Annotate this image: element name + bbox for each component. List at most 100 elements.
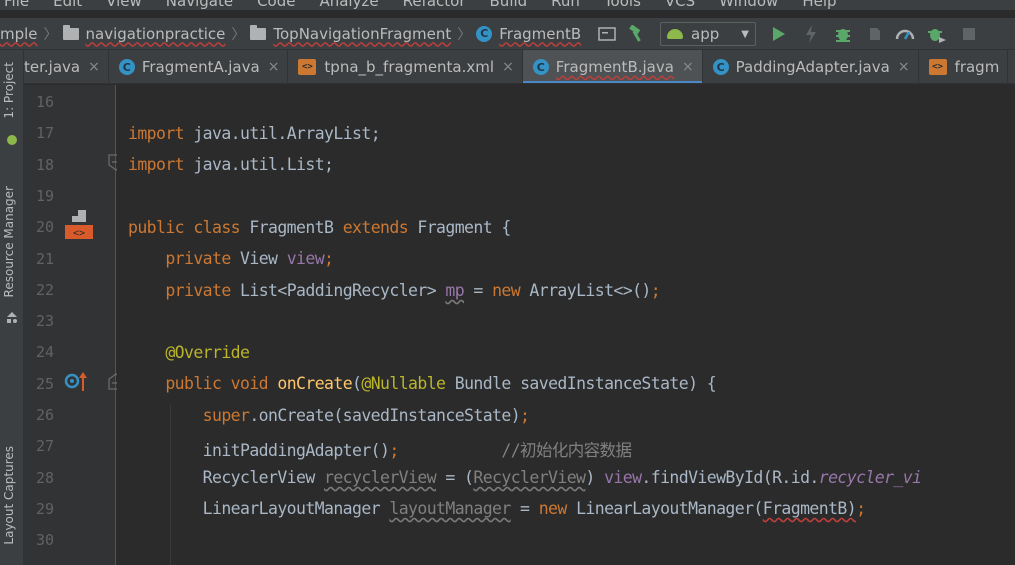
tab-fragmentb-java[interactable]: C FragmentB.java × [522,50,703,83]
editor-tabs: ter.java × C FragmentA.java × <> tpna_b_fragme… [24,50,1015,84]
menu-item-edit[interactable]: Edit [49,0,82,10]
tab-fragmenta-java[interactable]: C FragmentA.java × [109,50,289,83]
chevron-right-icon: 〉 [457,26,472,43]
class-icon: C [532,59,549,75]
breadcrumb-item[interactable]: mple 〉 [0,18,63,50]
breadcrumb-label: FragmentB [499,24,582,43]
navigation-bar: mple 〉 navigationpractice 〉 TopNavigationFra… [0,18,1015,50]
tab-fragm[interactable]: <> fragm [919,50,1009,83]
debug-icon[interactable] [832,22,854,46]
line-number: 17 [35,124,54,143]
menu-item-analyze[interactable]: Analyze [315,0,378,10]
breadcrumb-label: navigationpractice [85,24,226,43]
line-number: 28 [35,468,54,487]
tab-label: FragmentA.java [141,58,260,76]
line-number: 22 [35,280,54,299]
shapes-icon [7,312,17,323]
code-line-22: private List<PaddingRecycler> mp = new A… [165,281,661,300]
breadcrumb-label: TopNavigationFragment [273,24,452,43]
layout-captures-tool-button[interactable]: Layout Captures [2,446,16,545]
tab-label: fragm [954,58,1000,76]
chevron-right-icon: 〉 [231,26,246,43]
menu-item-help[interactable]: Help [798,0,836,10]
menu-item-run[interactable]: Run [547,0,580,10]
code-editor[interactable]: import java.util.ArrayList; import java.… [117,85,1015,565]
close-icon[interactable]: × [898,59,910,75]
breadcrumb-item[interactable]: C FragmentB [476,18,581,50]
line-number: 25 [35,374,54,393]
xml-file-icon: <> [298,59,317,75]
folder-icon [250,24,267,40]
menu-item-file[interactable]: File [0,0,29,10]
line-number: 30 [35,531,54,550]
line-number: 18 [35,155,54,174]
menu-item-view[interactable]: View [102,0,142,10]
project-tool-button[interactable]: 1: Project [2,62,16,119]
close-icon[interactable]: × [502,59,514,75]
line-number: 21 [35,249,54,268]
line-number: 19 [35,186,54,205]
close-icon[interactable]: × [268,59,280,75]
close-icon[interactable]: × [88,59,100,75]
xml-file-icon: <> [928,59,947,75]
tab-label: PaddingAdapter.java [735,58,890,76]
class-icon: C [118,59,135,75]
tab-tpna-b-fragmenta-xml[interactable]: <> tpna_b_fragmenta.xml × [288,50,523,83]
menu-item-refactor[interactable]: Refactor [399,0,466,10]
breadcrumb: mple 〉 navigationpractice 〉 TopNavigationFra… [0,18,581,50]
menu-item-code[interactable]: Code [253,0,295,10]
tool-window-strip: 1: Project Resource Manager Layout Captu… [0,50,24,565]
tab-paddingadapter-java[interactable]: C PaddingAdapter.java × [703,50,919,83]
tab-label: FragmentB.java [555,58,674,76]
svg-text:<>: <> [73,228,85,239]
folder-icon [62,24,79,40]
tab-label: ter.java [24,58,81,76]
breadcrumb-item[interactable]: TopNavigationFragment 〉 [250,18,476,50]
toolbar: app ▼ [596,18,980,50]
code-line-28: RecyclerView recyclerView = (RecyclerVie… [202,468,922,487]
chevron-down-icon: ▼ [741,28,749,40]
code-line-26: super.onCreate(savedInstanceState); [202,406,530,425]
code-line-18: import java.util.List; [128,155,334,174]
class-icon: C [712,59,729,75]
implemented-layout-icon[interactable]: <> [63,209,93,241]
run-configuration-select[interactable]: app ▼ [660,22,756,46]
menu-item-navigate[interactable]: Navigate [162,0,233,10]
code-line-20: public class FragmentB extends Fragment … [128,218,511,237]
menu-item-tools[interactable]: Tools [600,0,641,10]
menu-item-window[interactable]: Window [715,0,778,10]
android-icon [7,135,17,145]
code-line-21: private View view; [165,249,334,268]
line-number: 16 [35,93,54,111]
line-number: 26 [35,406,54,424]
tab-label: tpna_b_fragmenta.xml [324,58,495,76]
run-icon[interactable] [768,22,790,46]
tab-ter-java[interactable]: ter.java × [24,50,109,83]
line-number: 27 [35,437,54,456]
resource-manager-tool-button[interactable]: Resource Manager [2,186,16,297]
class-icon: C [476,25,493,42]
apply-changes-icon[interactable] [800,22,822,46]
breadcrumb-label: mple [0,24,38,43]
code-line-17: import java.util.ArrayList; [128,124,381,143]
breadcrumb-item[interactable]: navigationpractice 〉 [62,18,251,50]
hammer-icon[interactable] [624,22,650,46]
menu-item-vcs[interactable]: VCS [661,0,695,10]
profile-icon[interactable] [864,22,886,46]
android-icon [667,29,683,39]
line-number: 29 [35,499,54,518]
attach-debugger-icon[interactable] [926,22,948,46]
code-line-29: LinearLayoutManager layoutManager = new … [202,499,866,518]
override-method-icon[interactable] [64,371,90,393]
menu-item-build[interactable]: Build [486,0,528,10]
code-line-24: @Override [165,343,250,362]
line-number: 23 [35,312,54,331]
stop-icon[interactable] [958,22,980,46]
device-file-explorer-icon[interactable] [596,22,618,46]
code-line-25: public void onCreate(@Nullable Bundle sa… [165,374,717,393]
close-icon[interactable]: × [682,59,694,75]
line-number: 20 [35,218,54,237]
coverage-icon[interactable] [894,22,916,46]
line-number: 24 [35,343,54,362]
chevron-right-icon: 〉 [43,26,58,43]
